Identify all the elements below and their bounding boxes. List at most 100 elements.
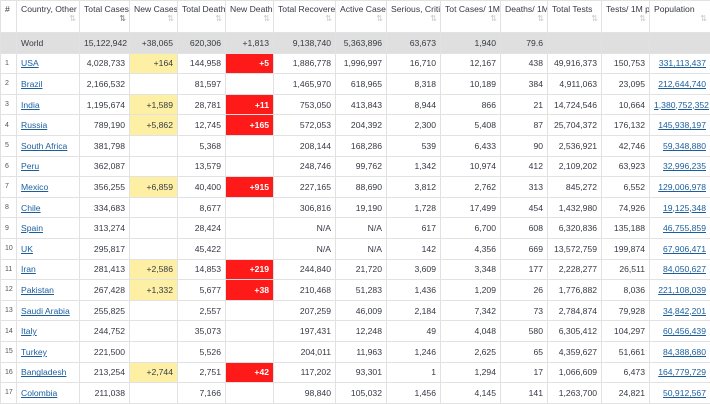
cell-serious: 3,609 bbox=[386, 258, 441, 281]
population-link[interactable]: 34,842,201 bbox=[663, 306, 706, 316]
country-link[interactable]: Italy bbox=[21, 326, 37, 336]
cell-serious: 1,246 bbox=[386, 340, 441, 363]
cell-total-recovered: N/A bbox=[273, 217, 336, 239]
cell-total-cases: 1,195,674 bbox=[79, 93, 130, 116]
cell-cases-per-m: 1,209 bbox=[440, 279, 501, 301]
country-link[interactable]: South Africa bbox=[21, 141, 67, 151]
cell-population: 129,006,978 bbox=[649, 176, 710, 198]
column-header[interactable]: Deaths/ 1M pop⇅ bbox=[500, 0, 548, 33]
cell-total-recovered: 208,144 bbox=[273, 134, 336, 157]
cell-active-cases: 19,190 bbox=[335, 196, 387, 219]
cell-total-tests: 6,305,412 bbox=[547, 320, 602, 342]
sort-icon[interactable]: ⇅ bbox=[263, 13, 270, 24]
column-header[interactable]: Total Cases ⇅ bbox=[79, 0, 130, 33]
cell-idx: 12 bbox=[0, 279, 17, 301]
cell-new-cases: +1,332 bbox=[129, 279, 178, 301]
cell-active-cases: 1,996,997 bbox=[335, 52, 387, 75]
cell-new-cases bbox=[129, 217, 178, 239]
population-link[interactable]: 50,912,567 bbox=[663, 388, 706, 398]
cell-new-deaths: +219 bbox=[225, 258, 274, 281]
country-link[interactable]: Chile bbox=[21, 203, 41, 213]
sort-icon[interactable]: ⇅ bbox=[537, 13, 544, 24]
cell-new-deaths: +5 bbox=[225, 52, 274, 75]
sort-icon[interactable]: ⇅ bbox=[591, 13, 598, 24]
population-link[interactable]: 84,050,627 bbox=[663, 264, 706, 274]
population-link[interactable]: 32,996,235 bbox=[663, 161, 706, 171]
country-link[interactable]: USA bbox=[21, 58, 39, 68]
country-link[interactable]: Pakistan bbox=[21, 285, 54, 295]
cell-total-recovered: 197,431 bbox=[273, 320, 336, 342]
country-link[interactable]: Saudi Arabia bbox=[21, 306, 70, 316]
country-link[interactable]: UK bbox=[21, 244, 33, 254]
cell-active-cases: 51,283 bbox=[335, 279, 387, 301]
cell-total-recovered: 306,816 bbox=[273, 196, 336, 219]
cell-total-tests: 4,359,627 bbox=[547, 340, 602, 363]
population-link[interactable]: 164,779,729 bbox=[658, 367, 706, 377]
column-header[interactable]: Total Recovered ⇅ bbox=[273, 0, 336, 33]
population-link[interactable]: 221,108,039 bbox=[658, 285, 706, 295]
column-header[interactable]: Country, Other ⇅ bbox=[16, 0, 80, 33]
sort-icon[interactable]: ⇅ bbox=[69, 13, 76, 24]
column-header[interactable]: Tests/ 1M pop⇅ bbox=[601, 0, 650, 33]
country-link[interactable]: India bbox=[21, 100, 40, 110]
country-link[interactable]: Russia bbox=[21, 120, 47, 130]
country-link[interactable]: Iran bbox=[21, 264, 36, 274]
population-link[interactable]: 19,125,348 bbox=[663, 203, 706, 213]
country-link[interactable]: Turkey bbox=[21, 347, 47, 357]
column-header[interactable]: New Deaths ⇅ bbox=[225, 0, 274, 33]
cell-serious: 2,300 bbox=[386, 114, 441, 136]
cell-total-cases: 362,087 bbox=[79, 155, 130, 178]
column-header[interactable]: Active Cases ⇅ bbox=[335, 0, 387, 33]
country-link[interactable]: Peru bbox=[21, 161, 39, 171]
sort-icon[interactable]: ⇅ bbox=[490, 13, 497, 24]
population-link[interactable]: 129,006,978 bbox=[658, 182, 706, 192]
country-link[interactable]: Bangladesh bbox=[21, 367, 66, 377]
cell-country: Spain bbox=[16, 217, 80, 239]
cell-tests-per-m bbox=[601, 32, 650, 54]
column-header[interactable]: Total Deaths ⇅ bbox=[177, 0, 226, 33]
column-header[interactable]: Tot Cases/ 1M pop⇅ bbox=[440, 0, 501, 33]
country-link[interactable]: Brazil bbox=[21, 79, 43, 89]
population-link[interactable]: 46,755,859 bbox=[663, 223, 706, 233]
cell-total-cases: 213,254 bbox=[79, 361, 130, 384]
cell-new-deaths bbox=[225, 320, 274, 342]
cell-new-deaths: +42 bbox=[225, 361, 274, 384]
column-header[interactable]: Total Tests ⇅ bbox=[547, 0, 602, 33]
sort-icon[interactable]: ⇅ bbox=[700, 13, 707, 24]
column-header[interactable]: Serious, Critical⇅ bbox=[386, 0, 441, 33]
cell-total-tests: 1,432,980 bbox=[547, 196, 602, 219]
column-header[interactable]: Population ⇅ bbox=[649, 0, 710, 33]
cell-country: Mexico bbox=[16, 176, 80, 198]
population-link[interactable]: 67,906,471 bbox=[663, 244, 706, 254]
cell-active-cases: 204,392 bbox=[335, 114, 387, 136]
cell-population: 145,938,197 bbox=[649, 114, 710, 136]
sort-icon[interactable]: ⇅ bbox=[119, 13, 126, 24]
country-link[interactable]: Spain bbox=[21, 223, 43, 233]
sort-icon[interactable]: ⇅ bbox=[639, 13, 646, 24]
country-link[interactable]: Mexico bbox=[21, 182, 48, 192]
population-link[interactable]: 331,113,437 bbox=[659, 58, 706, 68]
population-link[interactable]: 212,644,740 bbox=[658, 79, 706, 89]
sort-icon[interactable]: ⇅ bbox=[215, 13, 222, 24]
cell-idx: 5 bbox=[0, 134, 17, 157]
population-link[interactable]: 84,388,680 bbox=[663, 347, 706, 357]
cell-serious: 2,184 bbox=[386, 299, 441, 322]
population-link[interactable]: 60,456,439 bbox=[663, 326, 706, 336]
cell-new-cases bbox=[129, 299, 178, 322]
sort-icon[interactable]: ⇅ bbox=[167, 13, 174, 24]
column-header[interactable]: New Cases ⇅ bbox=[129, 0, 178, 33]
sort-icon[interactable]: ⇅ bbox=[376, 13, 383, 24]
table-row: 14 Italy 244,752 35,073 197,431 12,248 49 4,048… bbox=[0, 320, 710, 342]
population-link[interactable]: 145,938,197 bbox=[658, 120, 706, 130]
population-link[interactable]: 59,348,880 bbox=[663, 141, 706, 151]
population-link[interactable]: 1,380,752,352 bbox=[654, 100, 709, 110]
cell-total-recovered: 98,840 bbox=[273, 382, 336, 404]
cell-idx: 16 bbox=[0, 361, 17, 384]
cell-population: 84,388,680 bbox=[649, 340, 710, 363]
country-link[interactable]: Colombia bbox=[21, 388, 57, 398]
sort-icon[interactable]: ⇅ bbox=[430, 13, 437, 24]
table-row: 6 Peru 362,087 13,579 248,746 99,762 1,342 10,9… bbox=[0, 155, 710, 178]
cell-deaths-per-m: 454 bbox=[500, 196, 548, 219]
sort-icon[interactable]: ⇅ bbox=[325, 13, 332, 24]
cell-active-cases: 168,286 bbox=[335, 134, 387, 157]
